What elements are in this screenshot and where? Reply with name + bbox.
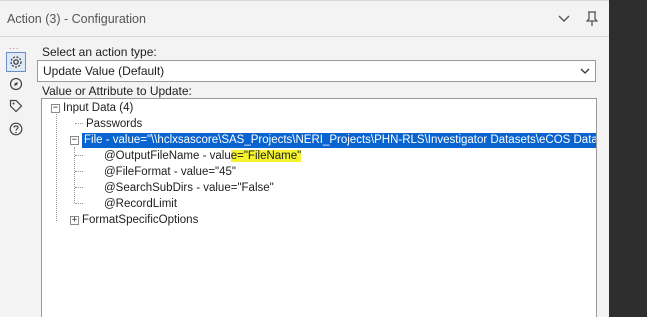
side-toolbar: ... — [0, 37, 30, 317]
configuration-panel: Action (3) - Configuration ... Select an… — [0, 0, 609, 317]
tree-node-label: Passwords — [86, 118, 143, 130]
title-bar: Action (3) - Configuration — [0, 1, 609, 37]
side-dots: ... — [9, 41, 20, 51]
selected-file-label: File - value="\\hclxsascore\SAS_Projects… — [82, 132, 596, 148]
chevron-down-icon[interactable] — [553, 8, 575, 30]
tree-node-search-subdirs[interactable]: @SearchSubDirs - value="False" — [104, 180, 274, 196]
gear-icon[interactable] — [6, 52, 26, 72]
tree-node-record-limit[interactable]: @RecordLimit — [104, 196, 177, 212]
tree-node-label: @RecordLimit — [104, 198, 178, 210]
tree-node-label: @OutputFileName - valu — [104, 150, 231, 162]
help-icon[interactable] — [6, 119, 26, 139]
action-type-select[interactable]: Update Value (Default) — [37, 60, 596, 82]
attribute-label: Value or Attribute to Update: — [42, 84, 192, 98]
tree-node-output-filename[interactable]: @OutputFileName - valu e="FileName" — [104, 148, 302, 164]
tree-node-label: Input Data (4) — [63, 102, 134, 114]
panel-title: Action (3) - Configuration — [7, 12, 146, 26]
collapse-toggle[interactable]: − — [51, 103, 60, 113]
canvas-edge — [609, 0, 647, 317]
title-divider — [0, 36, 609, 37]
action-type-value: Update Value (Default) — [43, 64, 165, 78]
tree-node-passwords[interactable]: Passwords — [86, 116, 142, 132]
tree-node-label: @FileFormat - value="45" — [104, 166, 237, 178]
chevron-down-icon[interactable] — [575, 68, 595, 74]
expand-toggle[interactable]: + — [70, 215, 79, 225]
pin-icon[interactable] — [581, 8, 603, 30]
action-type-label: Select an action type: — [42, 45, 157, 59]
tree-node-input-data[interactable]: − Input Data (4) — [51, 100, 133, 116]
tree-node-file[interactable]: − File - value="\\hclxsascore\SAS_Projec… — [70, 132, 596, 148]
tree-node-label: FormatSpecificOptions — [82, 214, 199, 226]
tree-node-format-specific-options[interactable]: + FormatSpecificOptions — [70, 212, 198, 228]
compass-icon[interactable] — [6, 74, 26, 94]
attribute-tree[interactable]: − Input Data (4) Passwords − File - valu… — [41, 98, 597, 317]
tree-node-file-format[interactable]: @FileFormat - value="45" — [104, 164, 236, 180]
tag-icon[interactable] — [6, 96, 26, 116]
tree-node-label: @SearchSubDirs - value="False" — [104, 182, 274, 194]
highlighted-value: e="FileName" — [230, 150, 302, 162]
collapse-toggle[interactable]: − — [70, 135, 79, 145]
